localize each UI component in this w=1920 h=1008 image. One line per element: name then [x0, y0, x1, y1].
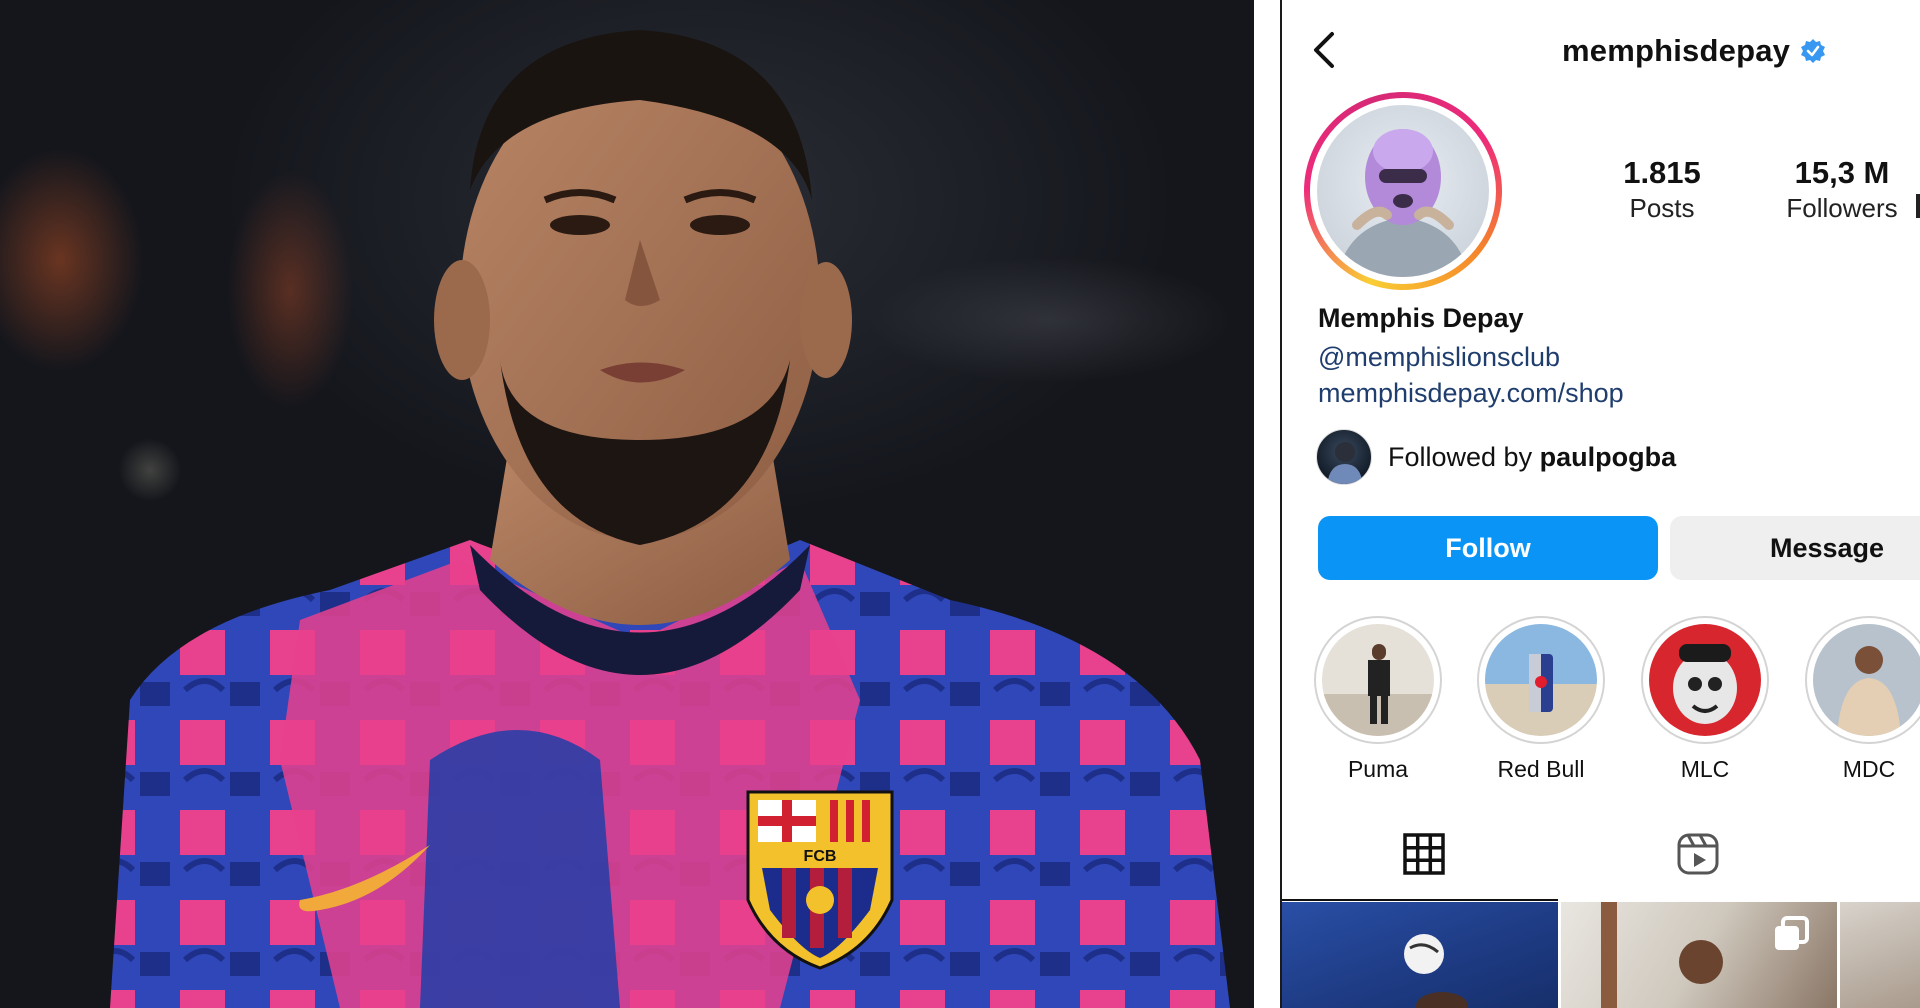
panel-divider — [1254, 0, 1280, 1008]
person-icon — [1327, 442, 1363, 484]
stat-posts[interactable]: 1.815 Posts — [1602, 156, 1722, 226]
stat-followers[interactable]: 15,3 M Followers — [1752, 156, 1920, 226]
highlight-red-bull[interactable]: Red Bull — [1475, 616, 1607, 783]
highlight-puma[interactable]: Puma — [1312, 616, 1444, 783]
crest-text: FCB — [804, 848, 837, 865]
bio-mention-link[interactable]: @memphislionsclub — [1318, 342, 1560, 373]
followers-count: 15,3 M — [1794, 155, 1890, 190]
tab-posts-grid[interactable] — [1402, 832, 1446, 876]
followed-by-user: paulpogba — [1539, 441, 1677, 472]
stat-following-cutoff — [1916, 194, 1920, 218]
follower-avatar — [1316, 429, 1372, 485]
profile-header: memphisdepay — [1562, 30, 1826, 72]
highlight-label: MLC — [1680, 756, 1730, 782]
follow-button[interactable]: Follow — [1318, 516, 1658, 580]
profile-avatar[interactable] — [1304, 92, 1502, 290]
player-photo: FCB — [0, 0, 1254, 1008]
highlight-label: Puma — [1347, 756, 1409, 782]
followers-label: Followers — [1786, 193, 1898, 223]
verified-badge-icon — [1801, 39, 1826, 63]
highlight-label: MDC — [1842, 756, 1896, 782]
post-thumbnail[interactable] — [1840, 902, 1920, 1008]
player-illustration: FCB — [110, 30, 1230, 1008]
masked-figure-icon — [1337, 129, 1469, 277]
highlight-mdc[interactable]: MDC — [1803, 616, 1920, 783]
highlight-mlc-image — [1649, 624, 1761, 736]
profile-full-name: Memphis Depay — [1318, 303, 1524, 333]
post-thumbnail[interactable] — [1282, 902, 1558, 1008]
active-tab-indicator — [1282, 899, 1558, 901]
username: memphisdepay — [1562, 33, 1791, 68]
bio-website-link[interactable]: memphisdepay.com/shop — [1318, 378, 1624, 409]
reels-icon — [1677, 833, 1719, 875]
highlight-label: Red Bull — [1497, 756, 1585, 782]
post-thumbnail[interactable] — [1561, 902, 1837, 1008]
highlight-red-bull-image — [1485, 624, 1597, 736]
posts-count: 1.815 — [1623, 155, 1701, 190]
followed-by-prefix: Followed by — [1388, 441, 1533, 472]
followed-by[interactable]: Followed by paulpogba — [1316, 428, 1676, 486]
grid-icon — [1403, 833, 1445, 875]
chevron-left-icon — [1314, 32, 1334, 68]
back-button[interactable] — [1308, 28, 1342, 72]
highlight-mdc-image — [1813, 624, 1920, 736]
message-button[interactable]: Message — [1670, 516, 1920, 580]
tab-reels[interactable] — [1676, 832, 1720, 876]
highlight-puma-image — [1322, 624, 1434, 736]
posts-label: Posts — [1629, 193, 1695, 223]
highlight-mlc[interactable]: MLC — [1639, 616, 1771, 783]
avatar-image — [1317, 105, 1489, 277]
instagram-profile: memphisdepay 1.815 Posts 15,3 M Follower… — [1280, 0, 1920, 1008]
